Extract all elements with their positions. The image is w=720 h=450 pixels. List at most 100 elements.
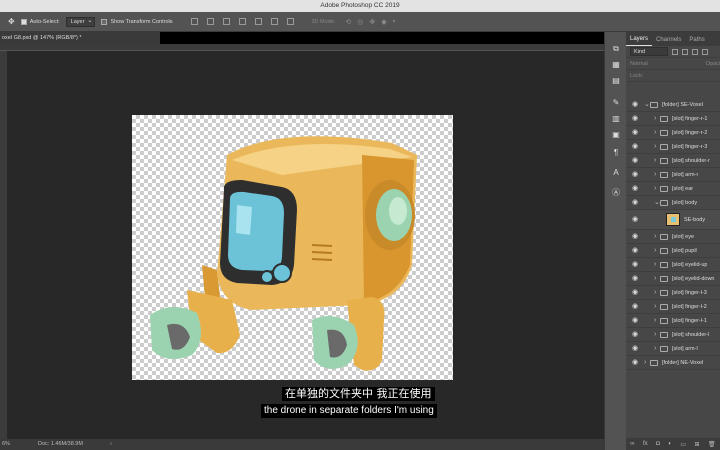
layer-row[interactable]: ◉ SE-body	[626, 210, 720, 230]
layer-row[interactable]: ◉ › [slot] finger-l-1	[626, 314, 720, 328]
layer-row[interactable]: ◉ › [slot] eyelid-down	[626, 272, 720, 286]
filter-type-icon[interactable]	[692, 48, 698, 55]
chevron-right-icon[interactable]: ›	[654, 128, 656, 137]
layer-row[interactable]: ◉ › [slot] pupil	[626, 244, 720, 258]
visibility-eye-icon[interactable]: ◉	[632, 185, 638, 193]
document-tab[interactable]: oxel G8.psd @ 147% (RGB/8*) *	[0, 32, 160, 44]
visibility-eye-icon[interactable]: ◉	[632, 216, 638, 224]
align-top-icon[interactable]	[190, 18, 198, 25]
chevron-right-icon[interactable]: ›	[654, 114, 656, 123]
align-hcenter-icon[interactable]	[254, 18, 262, 25]
visibility-eye-icon[interactable]: ◉	[632, 247, 638, 255]
visibility-eye-icon[interactable]: ◉	[632, 101, 638, 109]
character-icon[interactable]: A	[611, 168, 621, 178]
auto-select-checkbox[interactable]	[20, 18, 27, 25]
layer-row[interactable]: ◉ › [slot] finger-r-2	[626, 126, 720, 140]
delete-layer-icon[interactable]: 🗑	[708, 441, 716, 448]
chevron-right-icon[interactable]: ›	[654, 330, 656, 339]
3d-rotate-icon[interactable]: ⟲	[345, 18, 351, 26]
layer-row[interactable]: ◉ › [slot] arm-r	[626, 168, 720, 182]
3d-pan-icon[interactable]: ✥	[369, 18, 375, 26]
chevron-right-icon[interactable]: ›	[654, 170, 656, 179]
layer-mask-icon[interactable]: ◘	[656, 441, 660, 447]
layer-style-icon[interactable]: fx	[643, 441, 648, 447]
visibility-eye-icon[interactable]: ◉	[632, 275, 638, 283]
chevron-right-icon[interactable]: ›	[654, 142, 656, 151]
chevron-right-icon[interactable]: ›	[644, 358, 646, 367]
visibility-eye-icon[interactable]: ◉	[632, 115, 638, 123]
layer-row[interactable]: ◉ › [folder] NE-Voxel	[626, 356, 720, 370]
align-bottom-icon[interactable]	[222, 18, 230, 25]
visibility-eye-icon[interactable]: ◉	[632, 345, 638, 353]
visibility-eye-icon[interactable]: ◉	[632, 303, 638, 311]
chevron-down-icon[interactable]: ⌄	[654, 198, 660, 207]
chevron-right-icon[interactable]: ›	[654, 260, 656, 269]
swatches-icon[interactable]: ▦	[611, 60, 621, 70]
filter-pixel-icon[interactable]	[672, 48, 678, 55]
visibility-eye-icon[interactable]: ◉	[632, 233, 638, 241]
layer-row[interactable]: ◉ › [slot] finger-l-3	[626, 286, 720, 300]
chevron-right-icon[interactable]: ›	[654, 302, 656, 311]
filter-adjustment-icon[interactable]	[682, 48, 688, 55]
adjustment-layer-icon[interactable]: ◐	[668, 441, 672, 447]
3d-slide-icon[interactable]: ◆	[381, 18, 386, 26]
layer-row[interactable]: ◉ › [slot] finger-l-2	[626, 300, 720, 314]
document-canvas[interactable]	[132, 115, 453, 380]
visibility-eye-icon[interactable]: ◉	[632, 289, 638, 297]
3d-roll-icon[interactable]: ◎	[357, 18, 363, 26]
chevron-down-icon[interactable]: ⌄	[644, 100, 650, 109]
blend-mode-dropdown[interactable]: Normal	[630, 61, 648, 67]
layer-row[interactable]: ◉ › [slot] finger-r-1	[626, 112, 720, 126]
glyphs-icon[interactable]: Ⓐ	[611, 188, 621, 198]
new-group-icon[interactable]: ▭	[680, 441, 686, 448]
history-icon[interactable]: ⧉	[611, 44, 621, 54]
layer-row[interactable]: ◉ › [slot] arm-l	[626, 342, 720, 356]
chevron-right-icon[interactable]: ›	[654, 232, 656, 241]
show-transform-controls-option[interactable]: Show Transform Controls	[101, 18, 173, 25]
distribute-icon[interactable]	[286, 18, 294, 25]
move-tool-icon[interactable]: ✥	[8, 17, 15, 26]
visibility-eye-icon[interactable]: ◉	[632, 157, 638, 165]
chevron-right-icon[interactable]: ›	[654, 246, 656, 255]
align-right-icon[interactable]	[270, 18, 278, 25]
layer-row[interactable]: ◉ › [slot] finger-r-3	[626, 140, 720, 154]
layer-row[interactable]: ◉ › [slot] ear	[626, 182, 720, 196]
transform-controls-checkbox[interactable]	[101, 18, 108, 25]
tab-paths[interactable]: Paths	[685, 37, 708, 46]
layer-row[interactable]: ◉ ⌄ [slot] body	[626, 196, 720, 210]
visibility-eye-icon[interactable]: ◉	[632, 199, 638, 207]
visibility-eye-icon[interactable]: ◉	[632, 171, 638, 179]
filter-shape-icon[interactable]	[702, 48, 708, 55]
layer-row[interactable]: ◉ › [slot] shoulder-r	[626, 154, 720, 168]
layer-row[interactable]: ◉ › [slot] shoulder-l	[626, 328, 720, 342]
3d-scale-icon[interactable]: ▪	[393, 18, 395, 26]
visibility-eye-icon[interactable]: ◉	[632, 129, 638, 137]
filter-kind-dropdown[interactable]: Kind	[630, 47, 668, 56]
chevron-right-icon[interactable]: ›	[654, 316, 656, 325]
adjustments-icon[interactable]: ▤	[611, 76, 621, 86]
chevron-right-icon[interactable]: ›	[654, 156, 656, 165]
zoom-level[interactable]: 6%	[2, 439, 10, 450]
link-layers-icon[interactable]: ∞	[630, 441, 634, 447]
styles-icon[interactable]: ▣	[611, 130, 621, 140]
visibility-eye-icon[interactable]: ◉	[632, 317, 638, 325]
auto-select-target-dropdown[interactable]: Layer	[65, 16, 96, 27]
chevron-right-icon[interactable]: ›	[654, 344, 656, 353]
layer-row[interactable]: ◉ › [slot] eyelid-up	[626, 258, 720, 272]
chevron-right-icon[interactable]: ›	[654, 288, 656, 297]
layer-row[interactable]: ◉ › [slot] eye	[626, 230, 720, 244]
brush-icon[interactable]: ✎	[611, 98, 621, 108]
visibility-eye-icon[interactable]: ◉	[632, 143, 638, 151]
chevron-right-icon[interactable]: ›	[654, 274, 656, 283]
paragraph-icon[interactable]: ¶	[611, 148, 621, 158]
chevron-right-icon[interactable]: ›	[654, 184, 656, 193]
color-icon[interactable]: ▥	[611, 114, 621, 124]
auto-select-option[interactable]: Auto-Select:	[20, 18, 60, 25]
status-menu-icon[interactable]: ›	[110, 439, 112, 450]
align-left-icon[interactable]	[238, 18, 246, 25]
visibility-eye-icon[interactable]: ◉	[632, 359, 638, 367]
visibility-eye-icon[interactable]: ◉	[632, 331, 638, 339]
tab-channels[interactable]: Channels	[652, 37, 685, 46]
visibility-eye-icon[interactable]: ◉	[632, 261, 638, 269]
new-layer-icon[interactable]: ⊞	[695, 441, 700, 448]
